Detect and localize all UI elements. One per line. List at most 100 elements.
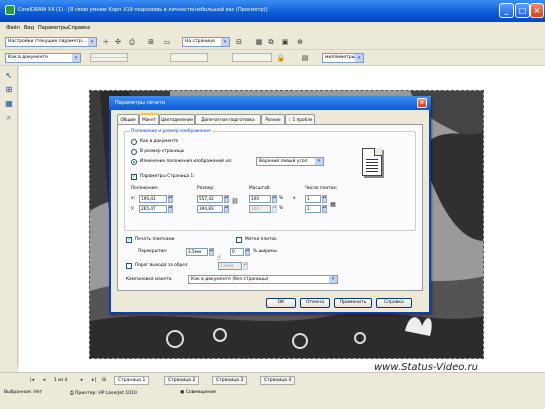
overlap-pct-label: % ширины [253, 249, 277, 254]
radio-reposition[interactable] [131, 159, 137, 165]
help-button[interactable]: Справка [376, 298, 412, 308]
properties-icon[interactable]: ▣ [280, 37, 290, 47]
print-tiles-checkbox[interactable]: ✓ [126, 237, 132, 243]
pos-x-input[interactable]: 195,41 [139, 195, 167, 203]
size-w-input[interactable]: 557,42 [197, 195, 223, 203]
imposition-tool-icon[interactable]: ▦ [3, 98, 15, 110]
tiles-preview-icon: ▦ [330, 201, 336, 208]
overlap-input[interactable]: 3,5мм [186, 248, 208, 256]
first-page-icon[interactable]: |◂ [28, 376, 36, 385]
print-options-dialog: Параметры печати × Общие Макет Цветоделе… [109, 96, 431, 314]
next-page-icon[interactable]: ▸ [78, 376, 86, 385]
units-select[interactable]: миллиметры ▾ [322, 53, 364, 63]
last-page-icon[interactable]: ▸| [90, 376, 98, 385]
position-mode-select[interactable]: Как в документе ▾ [5, 53, 81, 63]
tiles-a-spinner[interactable]: ▴▾ [322, 195, 327, 203]
cancel-button[interactable]: Отмена [300, 298, 330, 308]
pos-x-spinner[interactable]: ▴▾ [168, 195, 173, 203]
close-icon[interactable]: × [417, 98, 427, 108]
imposition-select[interactable]: Как в документе (без страницы) ▾ [188, 275, 338, 284]
reposition-select[interactable]: Верхний левый угол ▾ [256, 157, 324, 166]
menu-settings[interactable]: Параметры [38, 25, 68, 31]
radio-fit-page[interactable] [131, 149, 137, 155]
zoom-tool-icon[interactable]: ⌕ [3, 112, 15, 124]
pos-y-input[interactable]: 265,47 [139, 205, 167, 213]
page-params-checkbox[interactable]: ✓ [131, 174, 137, 180]
tab-prepress[interactable]: Допечатная подготовка [195, 114, 261, 124]
page-tab-2[interactable]: Страница 2 [164, 376, 200, 385]
position-size-group: Положение и размер изображения Как в док… [124, 129, 416, 231]
preset-value: Настройки (текущие параметр... [8, 39, 86, 44]
menu-bar: Файл Вид Параметры Справка [0, 22, 545, 34]
size-h-spinner[interactable]: ▴▾ [224, 205, 229, 213]
bleed-limit-label: Порог выхода за обрез: [135, 263, 189, 268]
print-icon[interactable]: ⎙ [127, 37, 137, 47]
move-icon[interactable]: ✣ [113, 37, 123, 47]
add-icon[interactable]: ＋ [101, 37, 111, 47]
pos-y-field [90, 57, 128, 62]
lock-icon[interactable]: 🔒 [276, 53, 286, 63]
menu-help[interactable]: Справка [68, 25, 90, 31]
tiles-a-input[interactable]: 1 [305, 195, 321, 203]
duplicate-icon[interactable]: ⧉ [266, 37, 276, 47]
tab-issues[interactable]: ⚠ 1 пробле [285, 114, 315, 124]
tiles-b-input[interactable]: 1 [305, 205, 321, 213]
tile-marks-checkbox[interactable] [236, 237, 242, 243]
print-tiles-label: Печать плитками [135, 237, 175, 242]
overlap-pct-input[interactable]: 0 [230, 248, 244, 256]
tiles-x-prefix: x [293, 196, 296, 201]
grid-icon[interactable]: ⊟ [234, 37, 244, 47]
page-preview-icon [362, 148, 382, 176]
maximize-icon[interactable]: □ [515, 3, 530, 18]
close-icon[interactable]: × [530, 3, 544, 18]
pos-y-spinner[interactable]: ▴▾ [168, 205, 173, 213]
preset-select[interactable]: Настройки (текущие параметр... ▾ [5, 37, 97, 47]
prev-page-icon[interactable]: ◂ [40, 376, 48, 385]
page-tab-4[interactable]: Страница 4 [260, 376, 296, 385]
window-title: CorelDRAW X4 (1) - [Я свою умняю Корп Х1… [18, 7, 268, 13]
size-w-spinner[interactable]: ▴▾ [224, 195, 229, 203]
marks-tool-icon[interactable]: ⊞ [3, 84, 15, 96]
tab-general[interactable]: Общие [117, 114, 139, 124]
zoom-icon[interactable]: ⊞ [146, 37, 156, 47]
scale-a-spinner[interactable]: ▴▾ [272, 195, 277, 203]
lock-ratio-icon[interactable]: ⛓ [231, 197, 239, 207]
page-tab-1[interactable]: Страница 1 [114, 376, 150, 385]
warning-icon: ⚠ [287, 117, 292, 122]
imposition-value: Как в документе (без страницы) [191, 277, 269, 282]
menu-view[interactable]: Вид [24, 25, 34, 31]
scale-a-input[interactable]: 100 [249, 195, 271, 203]
width-field [170, 53, 208, 62]
align-icon[interactable]: ▤ [300, 53, 310, 63]
pick-tool-icon[interactable]: ↖ [3, 70, 15, 82]
rotate-icon[interactable]: ▭ [162, 37, 172, 47]
scale-a-unit: % [279, 196, 284, 201]
marks-icon[interactable]: ⊕ [295, 37, 305, 47]
tiles-b-spinner[interactable]: ▴▾ [322, 205, 327, 213]
printer-icon: ⎙ [70, 391, 74, 396]
menu-file[interactable]: Файл [6, 25, 20, 31]
page-select[interactable]: На странице ▾ [182, 37, 230, 47]
tab-misc[interactable]: Разное [261, 114, 285, 124]
tab-separations[interactable]: Цветоделение [159, 114, 195, 124]
mirror-icon[interactable]: ▦ [254, 37, 264, 47]
page-tab-3[interactable]: Страница 3 [212, 376, 248, 385]
chevron-down-icon: ▾ [329, 276, 337, 283]
status-selected: Выбранное: Нет [4, 390, 43, 395]
apply-button[interactable]: Применить [334, 298, 372, 308]
add-page-icon[interactable]: ⊞ [100, 376, 108, 385]
group-title: Положение и размер изображения [130, 129, 212, 134]
tab-issues-label: 1 пробле [292, 117, 313, 122]
radio-as-document[interactable] [131, 139, 137, 145]
tiles-header: Число плиток: [305, 186, 338, 191]
overlap-pct-spinner[interactable]: ▴▾ [245, 248, 250, 256]
radio-fit-page-label: В размер страницы [140, 149, 185, 154]
size-h-input[interactable]: 394,83 [197, 205, 223, 213]
ok-button[interactable]: ОК [266, 298, 296, 308]
x-prefix: x: [131, 196, 135, 201]
imposition-label: Компоновка макета: [126, 277, 173, 282]
chevron-down-icon: ▾ [72, 54, 80, 62]
bleed-limit-checkbox[interactable] [126, 263, 132, 269]
bleed-limit-input: 3,0мм [218, 262, 242, 270]
minimize-icon[interactable]: _ [499, 3, 514, 18]
